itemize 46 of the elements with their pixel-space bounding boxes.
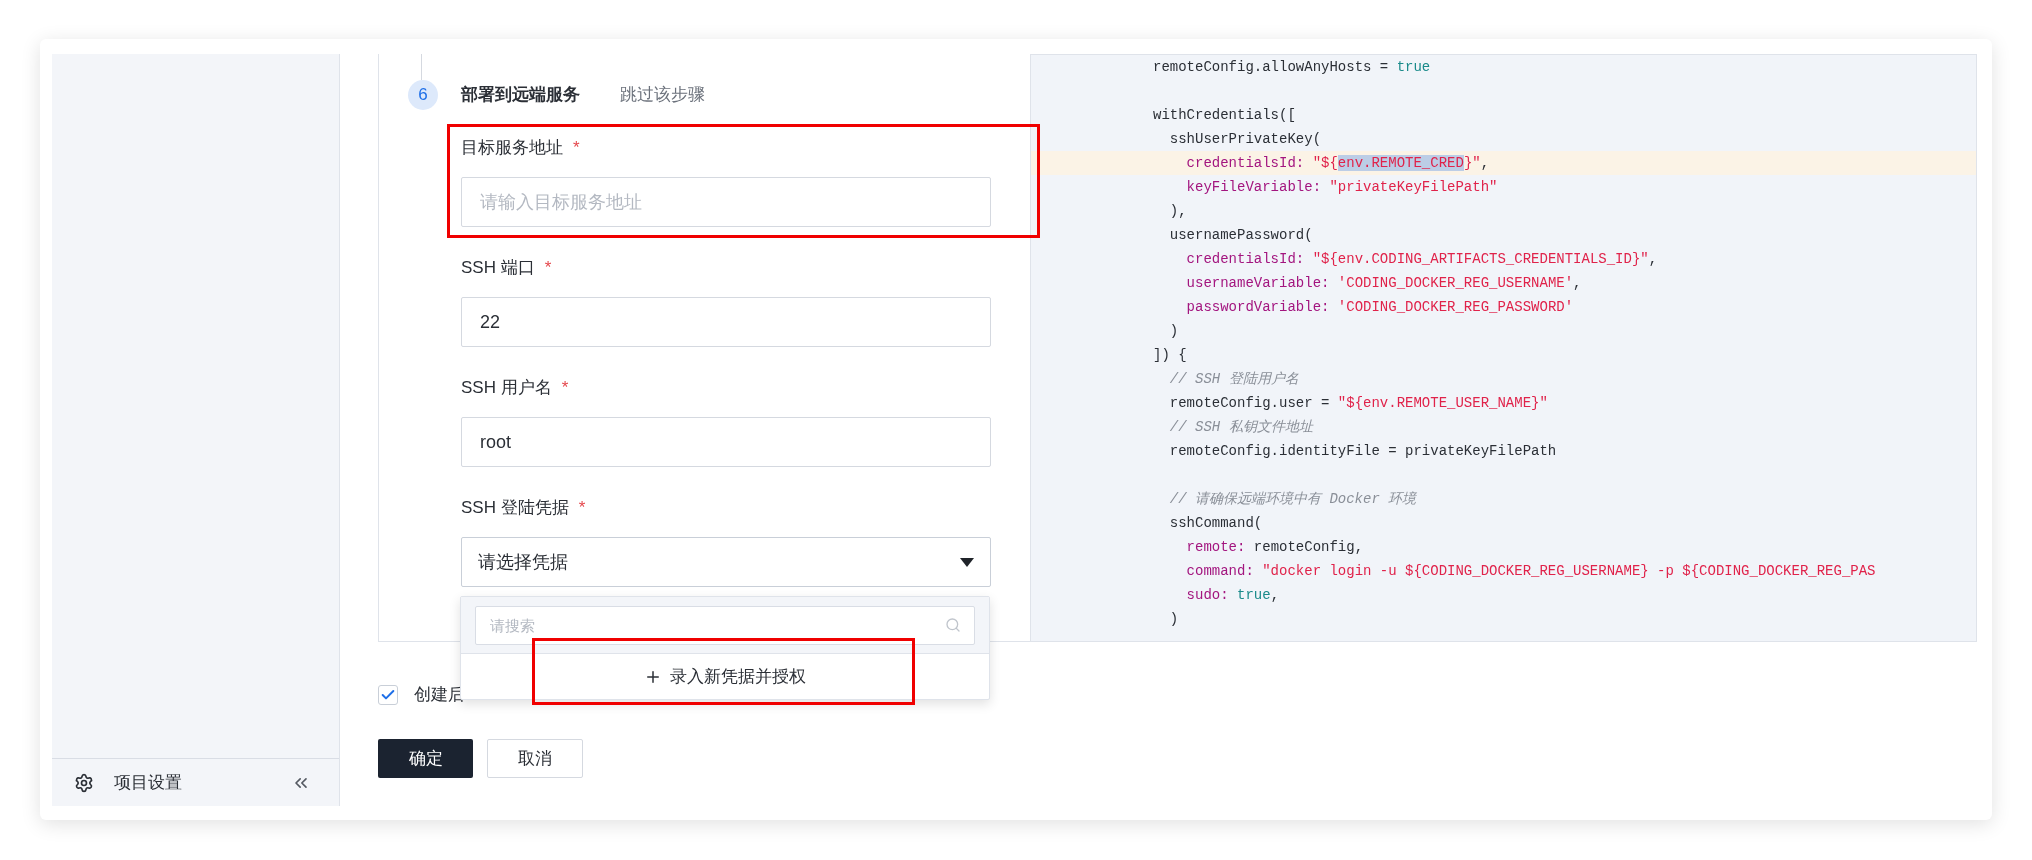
- field-label: SSH 用户名: [461, 377, 552, 400]
- sidebar-item[interactable]: 项目设置: [114, 769, 182, 796]
- add-credential-button[interactable]: 录入新凭据并授权: [461, 654, 989, 700]
- required-mark: *: [573, 137, 580, 160]
- search-icon: [945, 617, 961, 633]
- code-line: ),: [1168, 202, 1188, 221]
- checkbox[interactable]: [378, 685, 398, 705]
- code-line: passwordVariable: 'CODING_DOCKER_REG_PASSWORD': [1185, 298, 1575, 317]
- field-label: SSH 登陆凭据: [461, 497, 569, 520]
- code-line: usernamePassword(: [1168, 226, 1314, 245]
- cancel-button[interactable]: 取消: [487, 739, 583, 778]
- input-field[interactable]: 22: [461, 297, 991, 347]
- skip-step-link[interactable]: 跳过该步骤: [620, 82, 705, 108]
- confirm-button[interactable]: 确定: [378, 739, 473, 778]
- code-line: keyFileVariable: "privateKeyFilePath": [1185, 178, 1499, 197]
- field-label: SSH 端口: [461, 257, 535, 280]
- code-line: sudo: true,: [1185, 586, 1281, 605]
- code-line: ]) {: [1152, 346, 1188, 365]
- required-mark: *: [561, 377, 569, 400]
- select-field[interactable]: 请选择凭据: [461, 537, 991, 587]
- code-line: remoteConfig.identityFile = privateKeyFilePath: [1168, 442, 1558, 461]
- plus-icon: [644, 668, 662, 686]
- field-label: 目标服务地址: [461, 137, 563, 160]
- code-line: remote: remoteConfig,: [1185, 538, 1365, 557]
- input-field[interactable]: 请输入目标服务地址: [461, 177, 991, 227]
- required-mark: *: [544, 257, 552, 280]
- code-line: sshCommand(: [1168, 514, 1264, 533]
- settings-icon: [74, 772, 94, 793]
- step-title: 部署到远端服务: [461, 84, 580, 107]
- code-line: credentialsId: "${env.CODING_ARTIFACTS_CREDENTIALS_ID}",: [1185, 250, 1659, 269]
- input-field[interactable]: root: [461, 417, 991, 467]
- code-line: withCredentials([: [1152, 106, 1297, 125]
- step-number: 6: [408, 80, 438, 110]
- required-mark: *: [578, 497, 586, 520]
- code-line: // SSH 登陆用户名: [1168, 370, 1300, 389]
- code-line: ): [1168, 610, 1180, 629]
- code-line: command: "docker login -u ${CODING_DOCKER_REG_USERNAME} -p ${CODING_DOCKER_REG_PAS: [1185, 562, 1877, 581]
- code-line: // 请确保远端环境中有 Docker 环境: [1168, 490, 1418, 509]
- code-line: remoteConfig.user = "${env.REMOTE_USER_NAME}": [1168, 394, 1549, 413]
- code-line: sshUserPrivateKey(: [1168, 130, 1323, 149]
- code-line: // SSH 私钥文件地址: [1168, 418, 1315, 437]
- code-line: remoteConfig.allowAnyHosts = true: [1152, 58, 1432, 77]
- code-line: ): [1168, 322, 1180, 341]
- caret-icon: [960, 557, 974, 567]
- search-field[interactable]: 请搜索: [475, 606, 975, 645]
- code-line: usernameVariable: 'CODING_DOCKER_REG_USERNAME',: [1185, 274, 1583, 293]
